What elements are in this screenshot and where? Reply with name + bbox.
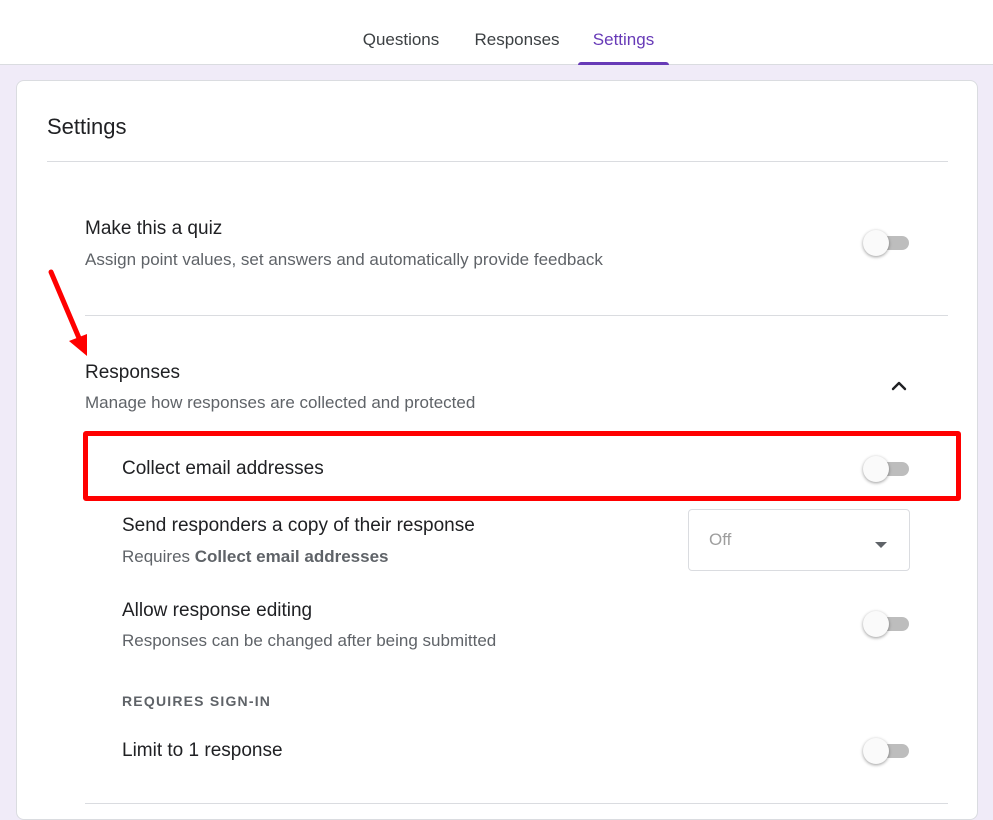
tab-settings[interactable]: Settings <box>578 30 669 65</box>
send-copy-select-value: Off <box>709 530 732 549</box>
quiz-toggle[interactable] <box>863 230 911 256</box>
bottom-divider <box>85 803 948 804</box>
page-title: Settings <box>47 114 127 139</box>
top-bar: Questions Responses Settings <box>0 0 993 65</box>
allow-editing-toggle[interactable] <box>863 611 911 637</box>
requires-signin-header: REQUIRES SIGN-IN <box>122 693 272 709</box>
chevron-up-icon[interactable] <box>887 374 911 398</box>
send-copy-select[interactable]: Off <box>688 509 910 571</box>
quiz-toggle-knob <box>863 230 889 256</box>
quiz-divider <box>85 315 948 316</box>
dropdown-arrow-icon <box>874 536 888 554</box>
send-copy-requires: Requires Collect email addresses <box>122 547 388 567</box>
active-tab-indicator <box>578 62 669 65</box>
limit-one-toggle-knob <box>863 738 889 764</box>
send-copy-requires-prefix: Requires <box>122 547 195 566</box>
red-arrow-icon <box>45 265 95 365</box>
responses-subtitle: Manage how responses are collected and p… <box>85 393 476 412</box>
tab-questions[interactable]: Questions <box>350 30 452 65</box>
tab-responses-label: Responses <box>474 30 560 49</box>
send-copy-label: Send responders a copy of their response <box>122 515 475 536</box>
allow-editing-label: Allow response editing <box>122 600 313 621</box>
tab-responses[interactable]: Responses <box>463 30 571 65</box>
highlight-box <box>83 431 961 501</box>
tab-settings-label: Settings <box>592 30 655 49</box>
limit-one-toggle[interactable] <box>863 738 911 764</box>
quiz-subtitle: Assign point values, set answers and aut… <box>85 250 603 269</box>
send-copy-requires-bold: Collect email addresses <box>194 547 389 566</box>
quiz-title: Make this a quiz <box>85 218 223 239</box>
allow-editing-subtitle: Responses can be changed after being sub… <box>122 631 497 650</box>
tab-questions-label: Questions <box>362 30 440 49</box>
title-divider <box>47 161 948 162</box>
allow-editing-toggle-knob <box>863 611 889 637</box>
responses-title: Responses <box>85 362 181 383</box>
limit-one-label: Limit to 1 response <box>122 740 283 761</box>
